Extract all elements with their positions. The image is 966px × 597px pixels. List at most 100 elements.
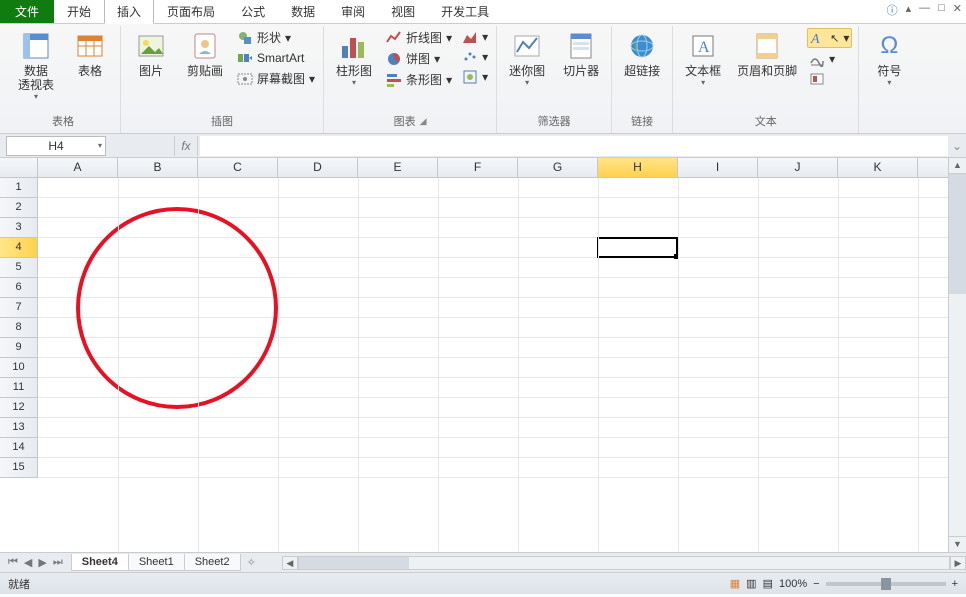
hyperlink-button[interactable]: 超链接 — [618, 28, 666, 80]
zoom-in-icon[interactable]: + — [952, 578, 958, 590]
line-chart-button[interactable]: 折线图 ▾ — [384, 28, 454, 47]
scroll-thumb[interactable] — [949, 174, 966, 294]
clipart-button[interactable]: 剪贴画 — [181, 28, 229, 80]
sheet-nav-prev-icon[interactable]: ◀ — [22, 556, 34, 569]
column-header[interactable]: A — [38, 158, 118, 177]
column-header[interactable]: C — [198, 158, 278, 177]
hscroll-thumb[interactable] — [299, 557, 409, 569]
row-header[interactable]: 12 — [0, 398, 38, 418]
formula-expand-icon[interactable]: ⌄ — [948, 139, 966, 153]
sheet-tab-sheet4[interactable]: Sheet4 — [71, 554, 129, 571]
zoom-slider[interactable] — [826, 582, 946, 586]
column-chart-button[interactable]: 柱形图 ▾ — [330, 28, 378, 89]
sheet-tab-sheet2[interactable]: Sheet2 — [184, 554, 241, 571]
select-all-corner[interactable] — [0, 158, 38, 177]
scatter-chart-button[interactable]: ▾ — [460, 48, 490, 66]
sheet-nav-first-icon[interactable]: ⏮ — [6, 556, 20, 569]
row-header[interactable]: 15 — [0, 458, 38, 478]
row-cells[interactable] — [38, 438, 966, 458]
fx-icon[interactable]: fx — [174, 136, 198, 156]
signature-button[interactable]: ▾ — [807, 50, 852, 68]
vertical-scrollbar[interactable]: ▲ ▼ — [948, 158, 966, 552]
row-header[interactable]: 8 — [0, 318, 38, 338]
row-cells[interactable] — [38, 458, 966, 478]
column-header[interactable]: B — [118, 158, 198, 177]
row-header[interactable]: 3 — [0, 218, 38, 238]
sheet-nav-next-icon[interactable]: ▶ — [36, 556, 48, 569]
pie-chart-button[interactable]: 饼图 ▾ — [384, 49, 454, 68]
wordart-button[interactable]: A↖▾ — [807, 28, 852, 48]
tab-file[interactable]: 文件 — [0, 0, 54, 23]
object-button[interactable] — [807, 70, 852, 88]
close-icon[interactable]: ✕ — [953, 2, 962, 18]
row-cells[interactable] — [38, 178, 966, 198]
help-icon[interactable]: ⓘ — [887, 2, 898, 18]
minimize-icon[interactable]: — — [919, 2, 930, 18]
row-header[interactable]: 9 — [0, 338, 38, 358]
picture-button[interactable]: 图片 — [127, 28, 175, 80]
horizontal-scrollbar[interactable]: ◀ ▶ — [282, 556, 966, 570]
row-header[interactable]: 6 — [0, 278, 38, 298]
zoom-out-icon[interactable]: − — [813, 578, 819, 590]
row-header[interactable]: 2 — [0, 198, 38, 218]
tab-home[interactable]: 开始 — [54, 0, 104, 23]
textbox-button[interactable]: A 文本框 ▾ — [679, 28, 727, 89]
zoom-thumb[interactable] — [881, 578, 891, 590]
row-header[interactable]: 11 — [0, 378, 38, 398]
slicer-button[interactable]: 切片器 — [557, 28, 605, 80]
column-header[interactable]: H — [598, 158, 678, 177]
row-header[interactable]: 1 — [0, 178, 38, 198]
new-sheet-icon[interactable]: ✧ — [241, 554, 262, 571]
tab-insert[interactable]: 插入 — [104, 0, 154, 24]
tab-dev[interactable]: 开发工具 — [428, 0, 502, 23]
smartart-button[interactable]: SmartArt — [235, 49, 317, 67]
row-header[interactable]: 5 — [0, 258, 38, 278]
symbol-button[interactable]: Ω 符号 ▾ — [865, 28, 913, 89]
row-header[interactable]: 7 — [0, 298, 38, 318]
worksheet-grid[interactable]: ABCDEFGHIJK 123456789101112131415 ▲ ▼ — [0, 158, 966, 552]
drawn-shape-ellipse[interactable] — [76, 207, 278, 409]
row-header[interactable]: 13 — [0, 418, 38, 438]
dialog-launcher-icon[interactable]: ◢ — [420, 116, 427, 127]
table-button[interactable]: 表格 — [66, 28, 114, 80]
row-header[interactable]: 14 — [0, 438, 38, 458]
area-chart-button[interactable]: ▾ — [460, 28, 490, 46]
screenshot-button[interactable]: 屏幕截图 ▾ — [235, 69, 317, 88]
restore-icon[interactable]: □ — [938, 2, 945, 18]
tab-review[interactable]: 审阅 — [328, 0, 378, 23]
other-chart-button[interactable]: ▾ — [460, 68, 490, 86]
header-footer-button[interactable]: 页眉和页脚 — [733, 28, 801, 80]
column-header[interactable]: E — [358, 158, 438, 177]
tab-view[interactable]: 视图 — [378, 0, 428, 23]
shapes-button[interactable]: 形状 ▾ — [235, 28, 317, 47]
ribbon-minimize-icon[interactable]: ▴ — [906, 2, 912, 18]
view-normal-icon[interactable]: ▦ — [730, 577, 740, 590]
column-header[interactable]: D — [278, 158, 358, 177]
scroll-right-icon[interactable]: ▶ — [950, 556, 966, 570]
tab-layout[interactable]: 页面布局 — [154, 0, 228, 23]
column-header[interactable]: G — [518, 158, 598, 177]
formula-input[interactable] — [200, 136, 948, 156]
scroll-left-icon[interactable]: ◀ — [282, 556, 298, 570]
tab-data[interactable]: 数据 — [278, 0, 328, 23]
column-header[interactable]: F — [438, 158, 518, 177]
bar-chart-button[interactable]: 条形图 ▾ — [384, 70, 454, 89]
sheet-tab-sheet1[interactable]: Sheet1 — [128, 554, 185, 571]
row-header[interactable]: 4 — [0, 238, 38, 258]
tab-formula[interactable]: 公式 — [228, 0, 278, 23]
chevron-down-icon[interactable]: ▾ — [98, 141, 102, 150]
column-header[interactable]: I — [678, 158, 758, 177]
sheet-nav-last-icon[interactable]: ⏭ — [51, 556, 65, 569]
scroll-down-icon[interactable]: ▼ — [949, 536, 966, 552]
row-header[interactable]: 10 — [0, 358, 38, 378]
row-cells[interactable] — [38, 418, 966, 438]
name-box[interactable]: H4▾ — [6, 136, 106, 156]
zoom-value[interactable]: 100% — [779, 578, 807, 590]
pivot-table-button[interactable]: 数据 透视表 ▾ — [12, 28, 60, 103]
sparkline-button[interactable]: 迷你图 ▾ — [503, 28, 551, 89]
view-break-icon[interactable]: ▤ — [763, 577, 773, 590]
column-header[interactable]: J — [758, 158, 838, 177]
scroll-up-icon[interactable]: ▲ — [949, 158, 966, 174]
view-layout-icon[interactable]: ▥ — [746, 577, 756, 590]
hscroll-track[interactable] — [298, 556, 950, 570]
